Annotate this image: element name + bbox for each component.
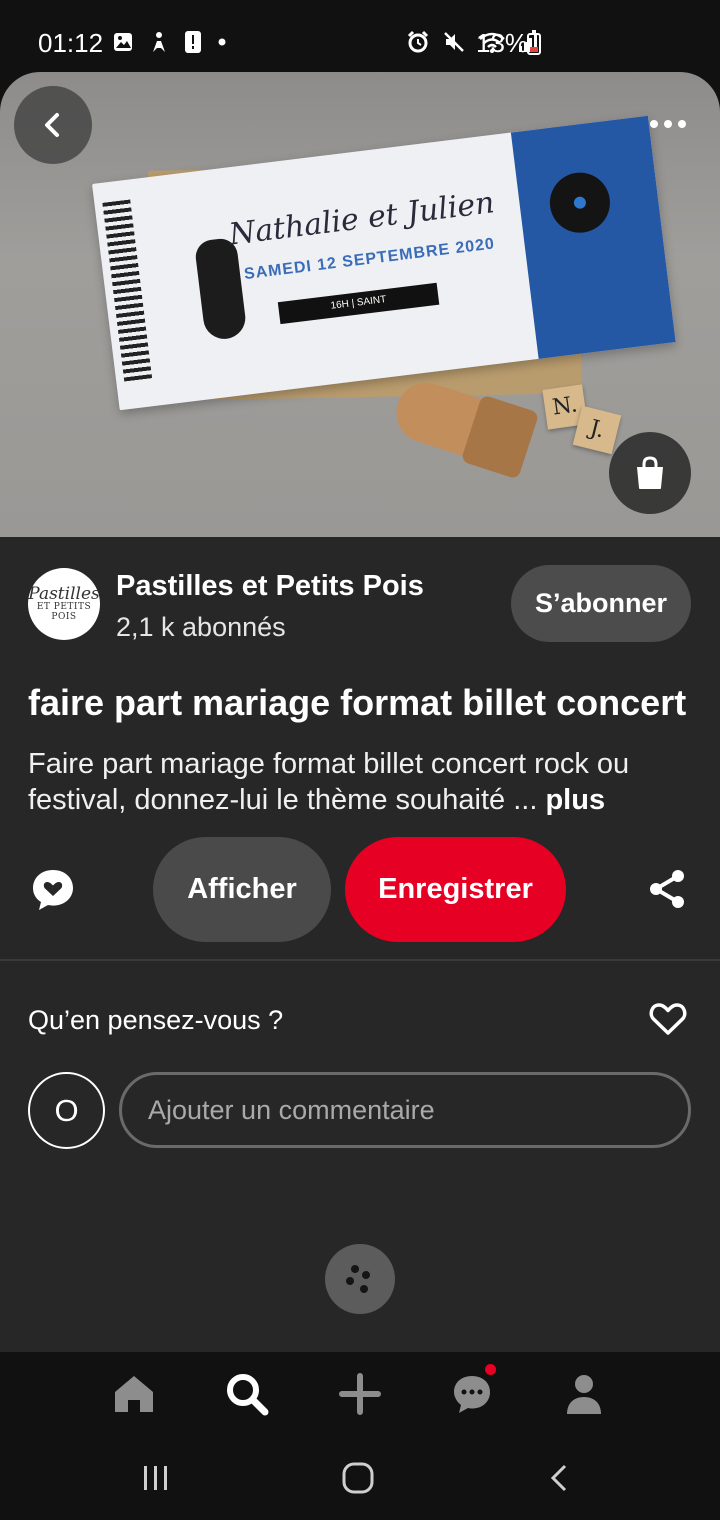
battery-icon	[527, 30, 541, 55]
guitar-image	[193, 236, 248, 342]
status-left-icons	[112, 30, 228, 54]
view-button[interactable]: Afficher	[153, 837, 331, 942]
more-link[interactable]: plus	[545, 784, 605, 816]
nav-profile[interactable]	[548, 1352, 620, 1436]
recents-icon	[144, 1466, 167, 1490]
messages-icon	[454, 1376, 490, 1413]
mute-icon	[444, 32, 464, 52]
system-navigation	[0, 1436, 720, 1520]
share-icon[interactable]	[648, 869, 686, 909]
more-ideas-button[interactable]	[325, 1244, 395, 1314]
home-button[interactable]	[313, 1436, 403, 1520]
nav-search[interactable]	[211, 1352, 283, 1436]
ellipsis-icon	[650, 120, 658, 128]
user-avatar[interactable]: O	[28, 1072, 105, 1149]
notification-dot	[485, 1364, 496, 1375]
pin-image[interactable]: Nathalie et Julien SAMEDI 12 SEPTEMBRE 2…	[0, 72, 720, 537]
creator-logo-text: Pastilles	[28, 583, 100, 604]
ticket-image: Nathalie et Julien SAMEDI 12 SEPTEMBRE 2…	[92, 115, 676, 411]
back-nav-button[interactable]	[515, 1436, 605, 1520]
divider	[0, 959, 720, 961]
dot-icon	[218, 38, 226, 46]
profile-icon	[567, 1375, 601, 1414]
search-icon	[227, 1374, 269, 1416]
follow-button[interactable]: S’abonner	[511, 565, 691, 642]
pin-title: faire part mariage format billet concert	[28, 682, 687, 723]
gallery-icon	[114, 33, 132, 51]
pin-detail-screen: Nathalie et Julien SAMEDI 12 SEPTEMBRE 2…	[0, 72, 720, 1436]
creator-name[interactable]: Pastilles et Petits Pois	[116, 570, 424, 603]
ticket-strip: 16H | SAINT	[277, 282, 440, 325]
home-icon	[115, 1376, 153, 1412]
accessibility-icon	[153, 32, 165, 52]
more-options-button[interactable]	[636, 102, 700, 146]
back-button[interactable]	[14, 86, 92, 164]
pin-description: Faire part mariage format billet concert…	[28, 746, 698, 818]
chevron-left-icon	[45, 113, 59, 137]
bottom-navigation	[0, 1352, 720, 1436]
add-icon	[339, 1373, 381, 1415]
nav-home[interactable]	[98, 1352, 170, 1436]
ticket-stub	[510, 115, 676, 359]
creator-logo-subtext: ET PETITS POIS	[36, 602, 92, 623]
save-button[interactable]: Enregistrer	[345, 837, 566, 942]
comments-heading: Qu’en pensez-vous ?	[28, 1005, 284, 1035]
creator-avatar[interactable]: Pastilles ET PETITS POIS	[28, 568, 100, 640]
record-image	[546, 169, 614, 237]
back-icon	[550, 1464, 567, 1492]
status-bar: 01:12 13%	[0, 0, 720, 72]
home-circle-icon	[342, 1462, 374, 1494]
battery-percent: 13%	[476, 28, 529, 58]
heart-icon[interactable]	[648, 1001, 688, 1037]
creator-followers: 2,1 k abonnés	[116, 612, 286, 642]
status-time: 01:12	[38, 28, 104, 58]
nav-messages[interactable]	[436, 1352, 508, 1436]
dots-icon	[351, 1265, 359, 1273]
alert-icon	[185, 31, 201, 53]
shopping-bag-icon	[637, 456, 663, 489]
pin-description-text: Faire part mariage format billet concert…	[28, 748, 630, 816]
shop-button[interactable]	[609, 432, 691, 514]
nav-create[interactable]	[324, 1352, 396, 1436]
comment-input[interactable]	[119, 1072, 691, 1148]
letter-tile-j: J.	[572, 405, 622, 455]
alarm-icon	[407, 30, 429, 53]
recents-button[interactable]	[111, 1436, 201, 1520]
comment-icon[interactable]	[30, 867, 76, 913]
